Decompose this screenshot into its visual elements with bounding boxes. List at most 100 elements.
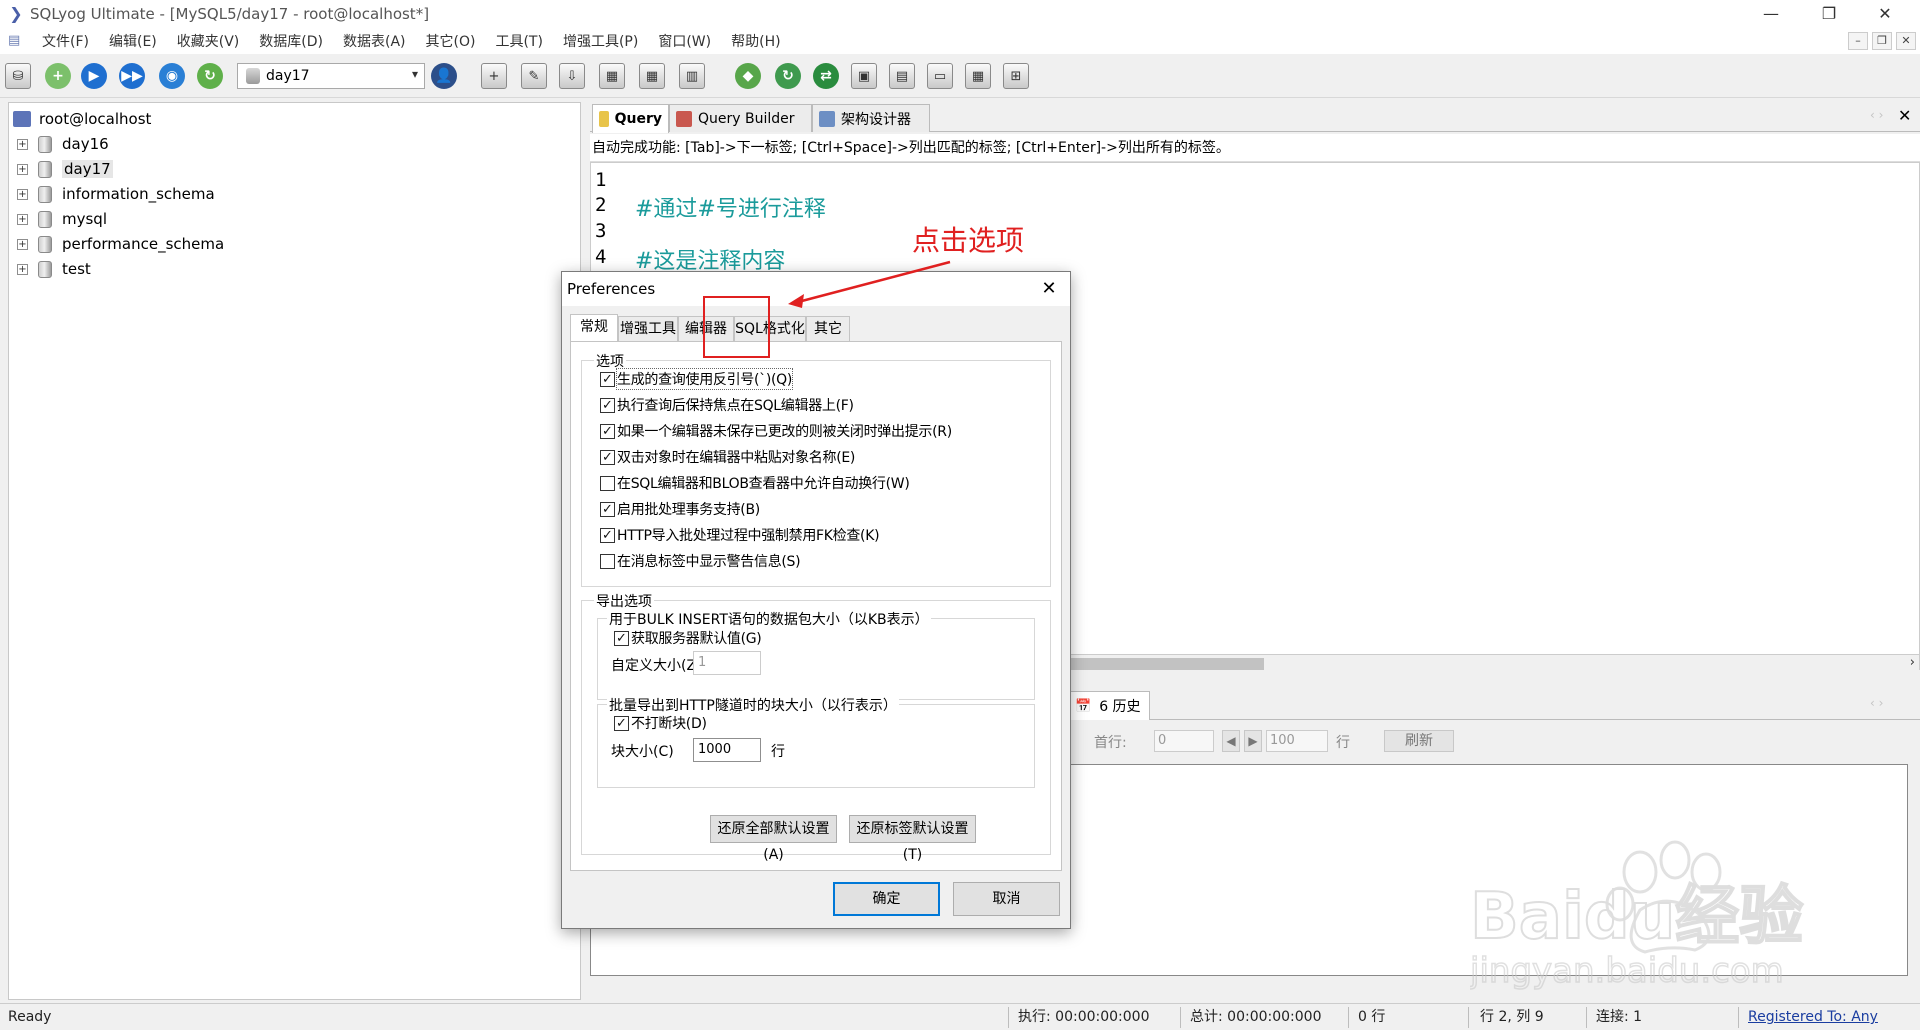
close-window-button[interactable]: ✕ xyxy=(1858,0,1912,28)
tree-item-day16[interactable]: + day16 xyxy=(9,132,109,156)
menu-tools[interactable]: 工具(T) xyxy=(485,31,552,51)
status-separator xyxy=(1468,1007,1469,1028)
option-show-warnings[interactable]: 在消息标签中显示警告信息(S) xyxy=(600,550,801,572)
scrollbar-thumb[interactable] xyxy=(1068,658,1264,670)
tree-item-performance-schema[interactable]: + performance_schema xyxy=(9,232,224,256)
tab-scroll-arrows[interactable]: ‹ › xyxy=(1870,108,1883,122)
expand-icon[interactable]: + xyxy=(17,263,28,275)
option-batch-transaction[interactable]: 启用批处理事务支持(B) xyxy=(600,498,760,520)
document-icon: ▤ xyxy=(8,33,21,48)
tree-item-day17[interactable]: + day17 xyxy=(9,157,113,181)
menu-database[interactable]: 数据库(D) xyxy=(249,31,333,51)
job-agent-button[interactable]: ▤ xyxy=(886,60,918,92)
expand-icon[interactable]: + xyxy=(17,163,28,175)
monitor-button[interactable]: ▭ xyxy=(924,60,956,92)
tab-other[interactable]: 其它 xyxy=(806,316,850,342)
database-dropdown[interactable]: day17 ▾ xyxy=(237,63,425,89)
checkbox[interactable] xyxy=(614,715,629,731)
option-backticks[interactable]: 生成的查询使用反引号(`)(Q) xyxy=(600,368,794,390)
menu-table[interactable]: 数据表(A) xyxy=(333,31,416,51)
table-structure-button[interactable]: ▥ xyxy=(676,60,708,92)
execute-all-button[interactable]: ▶▶ xyxy=(116,60,148,92)
tab-history[interactable]: 📅 6 历史 xyxy=(1066,691,1150,720)
tab-powertools[interactable]: 增强工具 xyxy=(618,316,678,342)
chevron-right-icon[interactable]: › xyxy=(1910,655,1915,670)
dialog-close-button[interactable]: ✕ xyxy=(1036,276,1062,302)
table-grid-button[interactable]: ▦ xyxy=(636,60,668,92)
registered-link[interactable]: Registered To: Any xyxy=(1748,1004,1878,1030)
menu-powertools[interactable]: 增强工具(P) xyxy=(553,31,648,51)
tab-schema-designer[interactable]: 架构设计器 xyxy=(812,104,930,132)
schema-sync-button[interactable]: ▣ xyxy=(848,60,880,92)
table-data-button[interactable]: ▦ xyxy=(596,60,628,92)
import-button[interactable]: ⇩ xyxy=(556,60,588,92)
status-rows: 0 行 xyxy=(1358,1009,1386,1025)
create-table-button[interactable]: ✎ xyxy=(518,60,550,92)
restore-db-button[interactable]: ↻ xyxy=(772,60,804,92)
menu-other[interactable]: 其它(O) xyxy=(416,31,486,51)
restore-button[interactable]: ❐ xyxy=(1802,0,1856,28)
option-paste-object-name[interactable]: 双击对象时在编辑器中粘贴对象名称(E) xyxy=(600,446,855,468)
user-manager-button[interactable]: 👤 xyxy=(428,60,460,92)
tab-query-builder[interactable]: Query Builder xyxy=(669,104,812,132)
stop-button[interactable]: ◉ xyxy=(156,60,188,92)
mdi-restore-button[interactable]: ❐ xyxy=(1872,32,1892,50)
execute-query-button[interactable]: ▶ xyxy=(78,60,110,92)
close-tab-button[interactable]: ✕ xyxy=(1898,106,1911,125)
checkbox[interactable] xyxy=(600,553,615,569)
checkbox[interactable] xyxy=(600,527,615,543)
option-prompt-unsaved[interactable]: 如果一个编辑器未保存已更改的则被关闭时弹出提示(R) xyxy=(600,420,952,442)
tab-query[interactable]: Query xyxy=(592,104,669,133)
menu-help[interactable]: 帮助(H) xyxy=(721,31,790,51)
restore-tab-defaults-button[interactable]: 还原标签默认设置(T) xyxy=(849,815,976,863)
option-disable-fk-check[interactable]: HTTP导入批处理过程中强制禁用FK检查(K) xyxy=(600,524,880,546)
minimize-button[interactable]: — xyxy=(1744,0,1798,28)
expand-icon[interactable]: + xyxy=(17,213,28,225)
checkbox[interactable] xyxy=(600,397,615,413)
tree-item-information-schema[interactable]: + information_schema xyxy=(9,182,215,206)
tab-general[interactable]: 常规 xyxy=(570,314,618,342)
schema-designer-button[interactable]: ⊞ xyxy=(1000,60,1032,92)
menu-favorites[interactable]: 收藏夹(V) xyxy=(167,31,250,51)
mdi-close-button[interactable]: ✕ xyxy=(1896,32,1916,50)
menu-file[interactable]: 文件(F) xyxy=(32,31,99,51)
backup-button[interactable]: ◆ xyxy=(732,60,764,92)
next-page-button[interactable]: ▶ xyxy=(1244,730,1262,752)
refresh-button[interactable]: 刷新 xyxy=(1384,730,1454,752)
expand-icon[interactable]: + xyxy=(17,238,28,250)
tree-root-connection[interactable]: root@localhost xyxy=(9,107,151,131)
cancel-button[interactable]: 取消 xyxy=(953,882,1060,916)
first-row-input[interactable]: 0 xyxy=(1154,730,1214,752)
create-database-button[interactable]: + xyxy=(478,60,510,92)
new-connection-copy-button[interactable]: + xyxy=(42,60,74,92)
previous-page-button[interactable]: ◀ xyxy=(1222,730,1240,752)
option-keep-focus[interactable]: 执行查询后保持焦点在SQL编辑器上(F) xyxy=(600,394,854,416)
mdi-minimize-button[interactable]: – xyxy=(1848,32,1868,50)
expand-icon[interactable]: + xyxy=(17,138,28,150)
menu-window[interactable]: 窗口(W) xyxy=(648,31,721,51)
option-word-wrap[interactable]: 在SQL编辑器和BLOB查看器中允许自动换行(W) xyxy=(600,472,910,494)
checkbox[interactable] xyxy=(614,630,629,646)
ok-button[interactable]: 确定 xyxy=(833,882,940,916)
result-tab-scroll-arrows[interactable]: ‹ › xyxy=(1870,696,1883,710)
new-connection-button[interactable]: ⛁ xyxy=(2,60,34,92)
editor-horizontal-scrollbar[interactable]: › xyxy=(1066,654,1919,672)
report-button[interactable]: ▦ xyxy=(962,60,994,92)
custom-size-input[interactable]: 1 xyxy=(693,651,761,675)
restore-all-defaults-button[interactable]: 还原全部默认设置(A) xyxy=(710,815,837,863)
row-count-input[interactable]: 100 xyxy=(1266,730,1328,752)
sync-button[interactable]: ⇄ xyxy=(810,60,842,92)
expand-icon[interactable]: + xyxy=(17,188,28,200)
refresh-objects-button[interactable]: ↻ xyxy=(194,60,226,92)
menu-edit[interactable]: 编辑(E) xyxy=(99,31,167,51)
option-server-default[interactable]: 获取服务器默认值(G) xyxy=(614,627,762,649)
checkbox[interactable] xyxy=(600,371,615,387)
tree-item-mysql[interactable]: + mysql xyxy=(9,207,107,231)
option-no-break-chunk[interactable]: 不打断块(D) xyxy=(614,712,707,734)
checkbox[interactable] xyxy=(600,475,615,491)
checkbox[interactable] xyxy=(600,501,615,517)
chunk-size-input[interactable]: 1000 xyxy=(693,738,761,762)
checkbox[interactable] xyxy=(600,449,615,465)
checkbox[interactable] xyxy=(600,423,615,439)
tree-item-test[interactable]: + test xyxy=(9,257,91,281)
